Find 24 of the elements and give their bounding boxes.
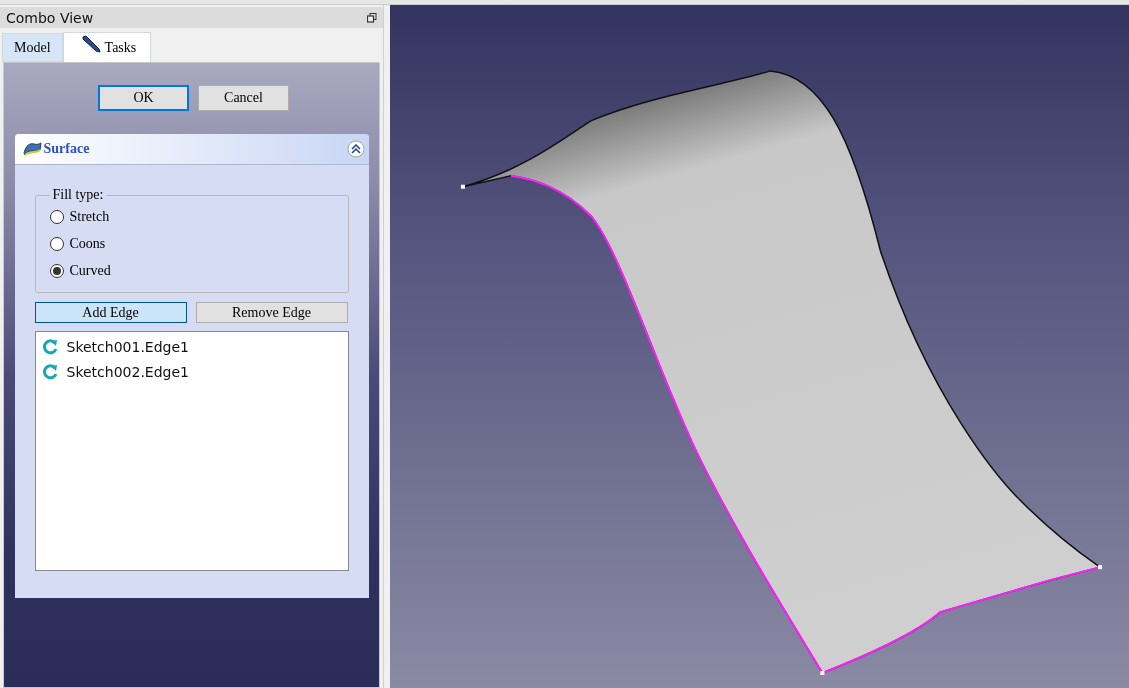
3d-viewport[interactable] xyxy=(390,5,1129,688)
float-icon[interactable] xyxy=(367,12,377,23)
dialog-button[interactable]: Cancel xyxy=(198,85,289,111)
edge-button[interactable]: Add Edge xyxy=(34,302,187,323)
radio-label: Curved xyxy=(69,262,111,279)
tab[interactable]: Model xyxy=(2,33,63,62)
radio-button[interactable] xyxy=(49,209,64,224)
edge-icon xyxy=(40,337,59,356)
edge-icon xyxy=(40,362,59,381)
radio-label: Stretch xyxy=(69,208,110,225)
dialog-button[interactable]: OK xyxy=(98,85,189,111)
tab[interactable]: Tasks xyxy=(62,32,152,62)
panel-title: Combo View xyxy=(6,9,94,26)
list-item[interactable]: Sketch002.Edge1 xyxy=(66,363,189,380)
task-box-title: Surface xyxy=(43,141,90,157)
radio-label: Coons xyxy=(69,235,106,252)
radio-button[interactable] xyxy=(49,263,64,278)
group-label: Fill type: xyxy=(51,187,105,203)
list-item[interactable]: Sketch001.Edge1 xyxy=(66,338,189,355)
radio-button[interactable] xyxy=(49,236,64,251)
edge-button[interactable]: Remove Edge xyxy=(195,302,348,323)
surface-icon xyxy=(21,141,42,157)
collapse-icon[interactable] xyxy=(346,140,365,158)
pencil-icon xyxy=(80,34,101,53)
